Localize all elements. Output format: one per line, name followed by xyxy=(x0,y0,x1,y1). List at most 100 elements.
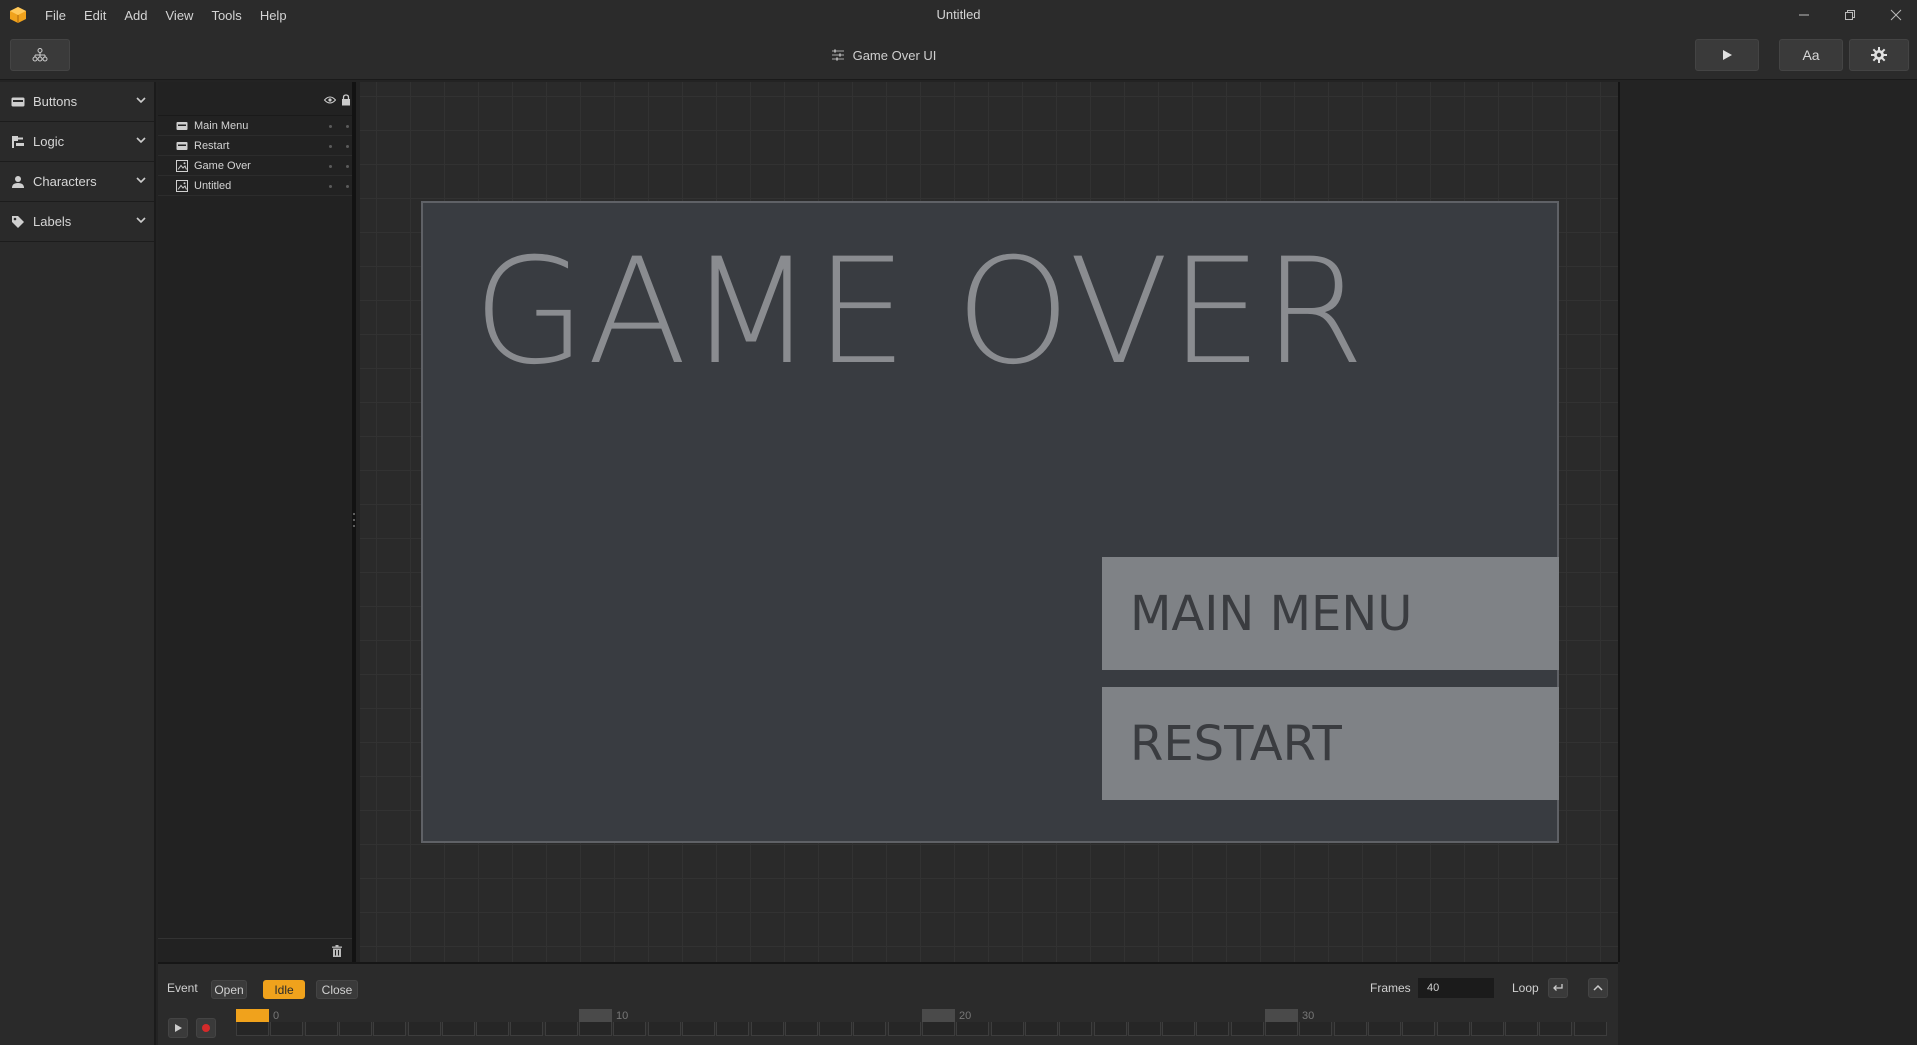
document-title: Game Over UI xyxy=(0,39,1767,71)
frame-cell[interactable] xyxy=(1196,1022,1230,1036)
frame-track[interactable]: 0 10 20 30 xyxy=(236,1009,1612,1039)
event-idle-button[interactable]: Idle xyxy=(263,980,305,999)
loop-toggle-button[interactable] xyxy=(1548,978,1568,998)
category-characters[interactable]: Characters xyxy=(0,162,154,202)
menu-edit[interactable]: Edit xyxy=(75,8,115,23)
visibility-dot[interactable] xyxy=(329,125,332,128)
chevron-down-icon xyxy=(136,177,146,184)
frame-cell[interactable] xyxy=(716,1022,750,1036)
category-labels[interactable]: Labels xyxy=(0,202,154,242)
ui-stage[interactable]: GAME OVER MAIN MENU RESTART xyxy=(421,201,1559,843)
restart-ui-button[interactable]: RESTART xyxy=(1102,687,1559,800)
frame-cell[interactable] xyxy=(613,1022,647,1036)
settings-button[interactable] xyxy=(1849,39,1909,71)
frame-cell[interactable] xyxy=(853,1022,887,1036)
frame-cell[interactable] xyxy=(1436,1022,1470,1036)
frame-cell[interactable] xyxy=(750,1022,784,1036)
frame-cell[interactable] xyxy=(1539,1022,1573,1036)
frame-tick-label: 0 xyxy=(273,1010,280,1022)
play-button[interactable] xyxy=(1695,39,1759,71)
timeline-record-button[interactable] xyxy=(196,1018,216,1038)
current-frame-marker[interactable] xyxy=(236,1009,269,1022)
category-logic[interactable]: Logic xyxy=(0,122,154,162)
trash-icon[interactable] xyxy=(332,945,342,957)
keyframe-marker[interactable] xyxy=(1265,1009,1298,1022)
frame-cell[interactable] xyxy=(579,1022,612,1036)
category-label: Labels xyxy=(33,214,72,229)
lock-dot[interactable] xyxy=(346,145,349,148)
frame-cell[interactable] xyxy=(1059,1022,1093,1036)
menu-tools[interactable]: Tools xyxy=(202,8,250,23)
visibility-dot[interactable] xyxy=(329,165,332,168)
frame-cell[interactable] xyxy=(304,1022,338,1036)
frame-cell[interactable] xyxy=(887,1022,921,1036)
frame-cell[interactable] xyxy=(476,1022,510,1036)
frames-input[interactable] xyxy=(1418,978,1494,998)
lock-dot[interactable] xyxy=(346,165,349,168)
font-button[interactable]: Aa xyxy=(1779,39,1843,71)
visibility-dot[interactable] xyxy=(329,185,332,188)
frame-cell[interactable] xyxy=(373,1022,407,1036)
close-window-button[interactable] xyxy=(1873,0,1917,30)
event-close-button[interactable]: Close xyxy=(316,980,358,999)
layer-item-game-over[interactable]: Game Over xyxy=(158,156,352,176)
frame-cell[interactable] xyxy=(1402,1022,1436,1036)
menu-file[interactable]: File xyxy=(36,8,75,23)
category-buttons[interactable]: Buttons xyxy=(0,82,154,122)
frame-cell[interactable] xyxy=(681,1022,715,1036)
frame-cell[interactable] xyxy=(1367,1022,1401,1036)
frame-cell[interactable] xyxy=(407,1022,441,1036)
keyframe-marker[interactable] xyxy=(922,1009,955,1022)
event-open-button[interactable]: Open xyxy=(211,980,247,999)
frame-cell[interactable] xyxy=(1299,1022,1333,1036)
frame-cell[interactable] xyxy=(1230,1022,1264,1036)
timeline-play-button[interactable] xyxy=(168,1018,188,1038)
layer-item-main-menu[interactable]: Main Menu xyxy=(158,116,352,136)
minimize-button[interactable] xyxy=(1781,0,1827,30)
design-canvas[interactable]: GAME OVER MAIN MENU RESTART xyxy=(360,82,1618,962)
frame-cell[interactable] xyxy=(1093,1022,1127,1036)
frame-cell[interactable] xyxy=(1573,1022,1607,1036)
frame-cell[interactable] xyxy=(1265,1022,1298,1036)
frame-cell[interactable] xyxy=(990,1022,1024,1036)
main-menu-ui-button[interactable]: MAIN MENU xyxy=(1102,557,1559,670)
frame-cell[interactable] xyxy=(236,1022,269,1036)
toolbar: Game Over UI Aa xyxy=(0,30,1917,80)
frame-cell[interactable] xyxy=(1162,1022,1196,1036)
visibility-eye-icon[interactable] xyxy=(324,96,336,104)
frame-cell[interactable] xyxy=(1470,1022,1504,1036)
layer-item-restart[interactable]: Restart xyxy=(158,136,352,156)
lock-dot[interactable] xyxy=(346,185,349,188)
menu-view[interactable]: View xyxy=(157,8,203,23)
lock-icon[interactable] xyxy=(341,94,351,106)
frame-cell[interactable] xyxy=(922,1022,955,1036)
frame-cell[interactable] xyxy=(819,1022,853,1036)
frame-cell[interactable] xyxy=(510,1022,544,1036)
category-label: Buttons xyxy=(33,94,78,109)
menu-add[interactable]: Add xyxy=(115,8,156,23)
expand-timeline-button[interactable] xyxy=(1588,978,1608,998)
frame-cell[interactable] xyxy=(1127,1022,1161,1036)
frame-cell[interactable] xyxy=(1333,1022,1367,1036)
lock-dot[interactable] xyxy=(346,125,349,128)
frame-cell[interactable] xyxy=(544,1022,578,1036)
game-over-title[interactable]: GAME OVER xyxy=(473,239,1366,385)
frame-cell[interactable] xyxy=(270,1022,304,1036)
frame-cell[interactable] xyxy=(647,1022,681,1036)
frame-cell[interactable] xyxy=(338,1022,372,1036)
frame-cell[interactable] xyxy=(1505,1022,1539,1036)
layers-header xyxy=(158,82,352,116)
menu-help[interactable]: Help xyxy=(251,8,296,23)
frame-cell[interactable] xyxy=(784,1022,818,1036)
keyframe-marker[interactable] xyxy=(579,1009,612,1022)
frame-cell[interactable] xyxy=(441,1022,475,1036)
panel-resize-handle[interactable] xyxy=(352,510,356,530)
frame-cell[interactable] xyxy=(1024,1022,1058,1036)
layer-item-untitled[interactable]: Untitled xyxy=(158,176,352,196)
person-icon xyxy=(12,175,24,188)
layer-name: Game Over xyxy=(194,159,251,172)
frame-cell[interactable] xyxy=(956,1022,990,1036)
category-label: Logic xyxy=(33,134,65,149)
visibility-dot[interactable] xyxy=(329,145,332,148)
restore-button[interactable] xyxy=(1827,0,1873,30)
